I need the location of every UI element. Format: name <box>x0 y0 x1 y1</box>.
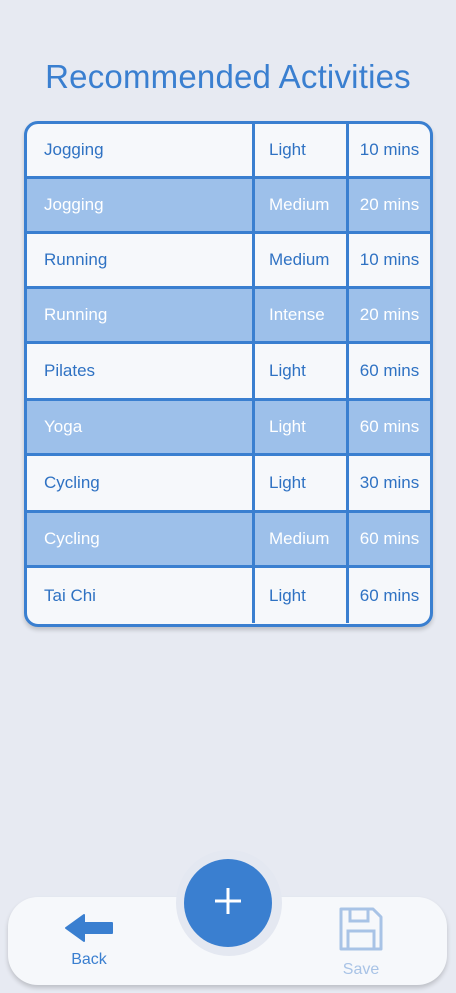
activity-level: Medium <box>255 179 349 231</box>
activity-name: Cycling <box>27 513 255 565</box>
activity-level: Intense <box>255 289 349 341</box>
activity-name: Running <box>27 289 255 341</box>
activity-name: Jogging <box>27 124 255 176</box>
arrow-left-icon <box>64 913 114 948</box>
activity-level: Light <box>255 344 349 398</box>
activity-name: Running <box>27 234 255 286</box>
save-label: Save <box>342 961 380 978</box>
activity-duration: 30 mins <box>359 473 420 492</box>
table-row[interactable]: Tai Chi Light 60 mins <box>27 568 430 623</box>
activity-duration: 60 mins <box>359 529 420 548</box>
activity-duration: 60 mins <box>359 585 420 605</box>
activities-screen: Recommended Activities Jogging Light 10 … <box>0 0 456 993</box>
activity-duration: 10 mins <box>359 250 420 269</box>
activity-name: Tai Chi <box>27 568 255 623</box>
table-row[interactable]: Yoga Light 60 mins <box>27 401 430 456</box>
activity-level: Medium <box>255 234 349 286</box>
activity-level: Light <box>255 456 349 510</box>
activity-level: Light <box>255 568 349 623</box>
activity-level: Light <box>255 124 349 176</box>
activities-table: Jogging Light 10 mins Jogging Medium 20 … <box>24 121 433 627</box>
floppy-disk-icon <box>337 905 385 958</box>
activity-level: Light <box>255 401 349 453</box>
activity-duration: 60 mins <box>359 417 420 436</box>
page-title: Recommended Activities <box>45 58 411 95</box>
table-row[interactable]: Jogging Medium 20 mins <box>27 179 430 234</box>
activity-name: Pilates <box>27 344 255 398</box>
activity-duration: 20 mins <box>359 305 420 324</box>
plus-icon <box>213 886 243 921</box>
table-row[interactable]: Running Intense 20 mins <box>27 289 430 344</box>
table-row[interactable]: Pilates Light 60 mins <box>27 344 430 401</box>
activity-duration: 60 mins <box>359 361 420 380</box>
activity-name: Jogging <box>27 179 255 231</box>
table-row[interactable]: Cycling Medium 60 mins <box>27 513 430 568</box>
table-row[interactable]: Jogging Light 10 mins <box>27 124 430 179</box>
activity-name: Cycling <box>27 456 255 510</box>
save-button[interactable]: Save <box>330 905 392 979</box>
activity-duration: 10 mins <box>359 140 420 159</box>
back-label: Back <box>71 951 107 968</box>
table-row[interactable]: Cycling Light 30 mins <box>27 456 430 513</box>
activity-duration: 20 mins <box>359 195 420 214</box>
activity-level: Medium <box>255 513 349 565</box>
activity-name: Yoga <box>27 401 255 453</box>
back-button[interactable]: Back <box>58 913 120 969</box>
add-button[interactable] <box>184 859 272 947</box>
table-row[interactable]: Running Medium 10 mins <box>27 234 430 289</box>
